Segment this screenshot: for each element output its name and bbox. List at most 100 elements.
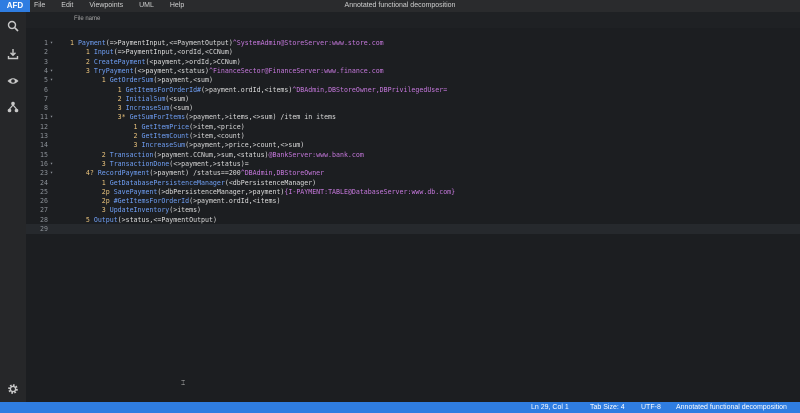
- token: (>payment,>price,>count,<>sum): [185, 141, 305, 150]
- token: 3: [101, 159, 110, 168]
- app-logo: AFD: [0, 0, 30, 12]
- token: 3: [101, 206, 110, 215]
- token: GetItemsForOrderId#: [125, 85, 202, 94]
- menu-file[interactable]: File: [34, 0, 55, 12]
- token: (<>payment,<status): [133, 66, 209, 75]
- token: 2: [117, 94, 126, 103]
- eye-icon[interactable]: [7, 75, 19, 87]
- file-tab-bar: File name: [26, 12, 800, 28]
- token: TryPayment: [93, 66, 134, 75]
- menu-edit[interactable]: Edit: [61, 0, 83, 12]
- token: GetItemPrice: [141, 122, 190, 131]
- token: (<dbPersistenceManager): [224, 178, 317, 187]
- language-mode[interactable]: Annotated functional decomposition: [676, 402, 787, 413]
- encoding[interactable]: UTF-8: [641, 402, 661, 413]
- file-name-tab[interactable]: File name: [74, 16, 100, 22]
- code-editor[interactable]: 1 ▾ 1 Payment(=>PaymentInput,<=PaymentOutp…: [26, 28, 800, 402]
- menu-viewpoints[interactable]: Viewpoints: [89, 0, 133, 12]
- token: 1: [117, 85, 126, 94]
- token: #GetItemsForOrderId: [113, 197, 190, 206]
- token: (>payment.ordId,<items): [189, 197, 281, 206]
- token: 2: [85, 57, 94, 66]
- menu-uml[interactable]: UML: [139, 0, 164, 12]
- token: (>status,<=PaymentOutput): [117, 215, 217, 224]
- token: GetOrderSum: [109, 76, 154, 85]
- token: IncreaseSum: [141, 141, 186, 150]
- token: GetSumForItems: [129, 113, 186, 122]
- activity-bar: [0, 12, 26, 402]
- token: ^SystemAdmin@StoreServer:www.store.com: [232, 39, 384, 47]
- token: (>items): [169, 206, 202, 215]
- token: (>payment) /status==200: [149, 169, 241, 178]
- hierarchy-icon[interactable]: [7, 101, 19, 113]
- token: InitialSum: [125, 94, 166, 103]
- token: (<sum): [165, 94, 190, 103]
- token: 3: [117, 104, 126, 113]
- token: 2p: [101, 197, 114, 206]
- token: (>item,<count): [189, 132, 245, 140]
- token: (=>PaymentInput,<ordId,<CCNum): [113, 48, 233, 57]
- gear-icon[interactable]: [7, 383, 19, 395]
- token: CreatePayment: [93, 57, 146, 66]
- token: (=>PaymentInput,<=PaymentOutput): [105, 39, 233, 47]
- token: (>item,<price): [189, 122, 245, 131]
- token: {I-PAYMENT:TABLE@DatabaseServer:www.db.c…: [284, 187, 456, 196]
- token: 1: [101, 178, 110, 187]
- token: Output: [93, 215, 118, 224]
- line-number: 29: [40, 225, 48, 233]
- token: 2p: [101, 187, 114, 196]
- token: ^FinanceSector@FinanceServer:www.finance…: [208, 66, 384, 75]
- menu-help[interactable]: Help: [170, 0, 194, 12]
- token: 3: [85, 66, 94, 75]
- token: (>payment,>items,<>sum) /item in items: [185, 113, 336, 122]
- token: GetItemCount: [141, 132, 190, 140]
- token: 5: [85, 215, 94, 224]
- token: 3*: [117, 113, 130, 122]
- status-bar: Ln 29, Col 1 Tab Size: 4 UTF-8 Annotated…: [0, 402, 800, 413]
- token: (>payment.CCNum,>sum,<status): [153, 150, 269, 159]
- title-bar: AFD File Edit Viewpoints UML Help Annota…: [0, 0, 800, 12]
- token: SavePayment: [113, 187, 158, 196]
- cursor-position[interactable]: Ln 29, Col 1: [531, 402, 569, 413]
- token: ^DBAdmin,DBStoreOwner,DBPrivilegedUser=: [292, 85, 448, 94]
- search-icon[interactable]: [7, 20, 19, 32]
- token: (>payment.ordId,<items): [201, 85, 293, 94]
- token: (<>payment,>status)=: [169, 159, 249, 168]
- token: 1: [85, 48, 94, 57]
- tab-size[interactable]: Tab Size: 4: [590, 402, 625, 413]
- token: UpdateInventory: [109, 206, 170, 215]
- mouse-cursor-icon: ⌶: [181, 379, 186, 387]
- download-icon[interactable]: [7, 48, 19, 60]
- token: Payment: [77, 39, 106, 47]
- token: (<payment,>ordId,>CCNum): [145, 57, 241, 66]
- token: 2: [101, 150, 110, 159]
- token: @BankServer:www.bank.com: [268, 150, 364, 159]
- token: 1: [101, 76, 110, 85]
- token: Input: [93, 48, 114, 57]
- token: IncreaseSum: [125, 104, 170, 113]
- token: (>dbPersistenceManager,>payment): [157, 187, 285, 196]
- token: GetDatabasePersistenceManager: [109, 178, 225, 187]
- code-line[interactable]: 29: [26, 224, 800, 234]
- menu-bar: File Edit Viewpoints UML Help: [34, 0, 200, 12]
- token: 1: [70, 39, 78, 47]
